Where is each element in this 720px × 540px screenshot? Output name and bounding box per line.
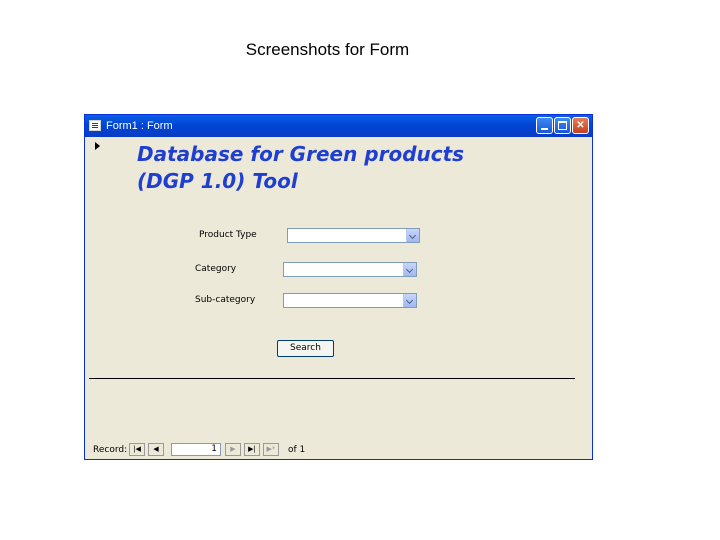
record-selector-arrow-icon[interactable] <box>95 142 100 150</box>
chevron-down-icon[interactable] <box>403 294 416 307</box>
window-title: Form1 : Form <box>106 120 173 132</box>
sub-category-combo[interactable] <box>283 293 417 308</box>
last-record-button[interactable]: ▶| <box>244 443 260 456</box>
search-button[interactable]: Search <box>277 340 334 357</box>
category-combo[interactable] <box>283 262 417 277</box>
first-record-button[interactable]: |◀ <box>129 443 145 456</box>
form-window: Form1 : Form ✕ Database for Green produc… <box>84 114 593 460</box>
form-icon <box>89 120 101 131</box>
maximize-icon <box>558 121 567 130</box>
record-label: Record: <box>93 445 128 455</box>
previous-record-button[interactable]: ◀ <box>148 443 164 456</box>
chevron-down-icon[interactable] <box>406 229 419 242</box>
minimize-button[interactable] <box>536 117 553 134</box>
close-button[interactable]: ✕ <box>572 117 589 134</box>
current-record-field[interactable]: 1 <box>171 443 221 456</box>
minimize-icon <box>541 128 548 130</box>
form-heading: Database for Green products (DGP 1.0) To… <box>137 142 465 193</box>
record-total: of 1 <box>288 445 306 455</box>
window-titlebar[interactable]: Form1 : Form ✕ <box>85 115 592 137</box>
form-divider <box>89 378 575 379</box>
sub-category-label: Sub-category <box>195 295 256 305</box>
new-record-button[interactable]: ▶* <box>263 443 279 456</box>
close-icon: ✕ <box>576 120 585 131</box>
product-type-combo[interactable] <box>287 228 420 243</box>
maximize-button[interactable] <box>554 117 571 134</box>
category-label: Category <box>195 264 237 274</box>
chevron-down-icon[interactable] <box>403 263 416 276</box>
product-type-label: Product Type <box>199 230 257 240</box>
next-record-button[interactable]: ▶ <box>225 443 241 456</box>
slide-title: Screenshots for Form <box>245 40 410 59</box>
